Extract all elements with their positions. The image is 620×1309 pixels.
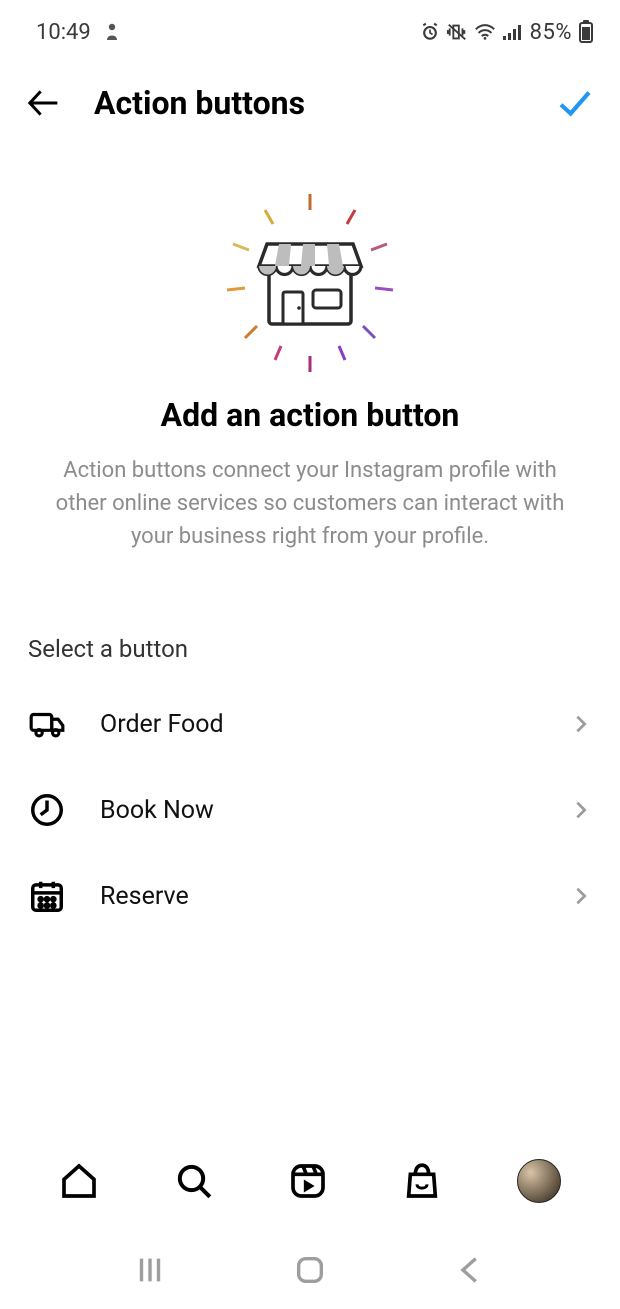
option-label: Order Food — [100, 710, 224, 739]
clock-icon — [28, 791, 66, 829]
chevron-right-icon — [570, 885, 592, 907]
profile-avatar-icon[interactable] — [517, 1159, 561, 1203]
hero-description: Action buttons connect your Instagram pr… — [40, 454, 580, 553]
page-title: Action buttons — [94, 84, 305, 122]
bottom-nav — [0, 1145, 620, 1217]
status-time: 10:49 — [36, 20, 91, 45]
truck-icon — [28, 705, 66, 743]
calendar-icon — [28, 877, 66, 915]
reels-icon[interactable] — [288, 1161, 328, 1201]
app-indicator-icon — [103, 22, 121, 42]
search-icon[interactable] — [174, 1161, 214, 1201]
option-book-now[interactable]: Book Now — [0, 767, 620, 853]
option-label: Book Now — [100, 796, 214, 825]
shop-icon[interactable] — [402, 1161, 442, 1201]
option-order-food[interactable]: Order Food — [0, 681, 620, 767]
hero-section: Add an action button Action buttons conn… — [0, 188, 620, 553]
system-nav — [0, 1231, 620, 1309]
home-sys-icon[interactable] — [293, 1253, 327, 1287]
vibrate-icon — [446, 22, 468, 42]
hero-title: Add an action button — [20, 396, 600, 434]
back-arrow-icon[interactable] — [24, 83, 64, 123]
chevron-right-icon — [570, 713, 592, 735]
wifi-icon — [474, 22, 496, 42]
store-illustration — [205, 188, 415, 378]
confirm-check-icon[interactable] — [554, 82, 596, 124]
option-reserve[interactable]: Reserve — [0, 853, 620, 939]
signal-icon — [502, 22, 524, 42]
section-label: Select a button — [28, 635, 592, 663]
back-sys-icon[interactable] — [453, 1253, 487, 1287]
option-label: Reserve — [100, 882, 189, 911]
battery-icon — [578, 20, 594, 44]
page-header: Action buttons — [0, 64, 620, 148]
alarm-icon — [420, 22, 440, 42]
recents-icon[interactable] — [133, 1253, 167, 1287]
battery-pct: 85% — [530, 20, 572, 45]
status-bar: 10:49 85% — [0, 0, 620, 64]
home-icon[interactable] — [59, 1161, 99, 1201]
chevron-right-icon — [570, 799, 592, 821]
